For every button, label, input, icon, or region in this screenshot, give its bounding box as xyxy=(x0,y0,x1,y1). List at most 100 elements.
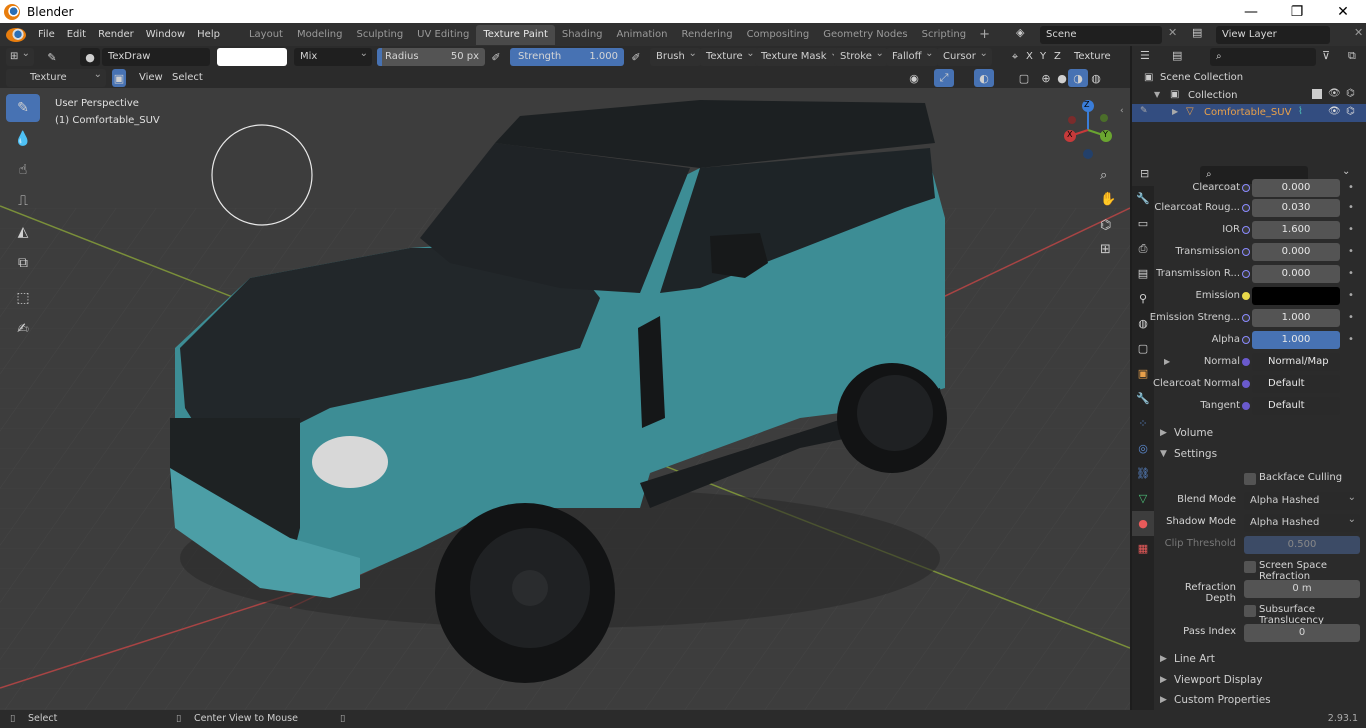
collection-render-icon[interactable]: ⌬ xyxy=(1346,88,1355,99)
strength-pressure-icon[interactable]: ✐ xyxy=(626,48,646,66)
viewport-display-section-header[interactable]: ▶ Viewport Display xyxy=(1154,670,1366,690)
physics-tab-icon[interactable]: ◎ xyxy=(1132,436,1154,461)
workspace-tab-texture-paint[interactable]: Texture Paint xyxy=(476,24,555,45)
paint-mask-icon[interactable]: ▣ xyxy=(112,69,126,87)
socket-icon[interactable] xyxy=(1242,314,1250,322)
visibility-icon[interactable]: ◉ xyxy=(904,69,924,87)
prop-value[interactable]: Normal/Map xyxy=(1252,353,1340,371)
texture-tab-icon[interactable]: ▦ xyxy=(1132,536,1154,561)
workspace-tab-rendering[interactable]: Rendering xyxy=(674,25,739,45)
object-visibility-icon[interactable]: 👁 xyxy=(1328,106,1341,117)
object-name-label[interactable]: Comfortable_SUV xyxy=(1204,107,1291,118)
data-tab-icon[interactable]: ▽ xyxy=(1132,486,1154,511)
mode-dropdown[interactable]: Texture Paint xyxy=(6,66,106,101)
symmetry-z[interactable]: Z xyxy=(1054,48,1061,66)
scene-collection-label[interactable]: Scene Collection xyxy=(1160,72,1243,83)
volume-section-header[interactable]: ▶ Volume xyxy=(1154,423,1366,443)
line-art-section-header[interactable]: ▶ Line Art xyxy=(1154,649,1366,669)
blend-mode-select[interactable]: Alpha Hashed xyxy=(1244,489,1360,510)
stroke-menu[interactable]: Stroke xyxy=(834,45,888,66)
prop-value[interactable]: 0.000 xyxy=(1252,243,1340,261)
view-layer-remove-icon[interactable]: ✕ xyxy=(1354,26,1363,39)
menu-window[interactable]: Window xyxy=(140,23,191,46)
brush-browse-icon[interactable]: ● xyxy=(80,48,100,66)
workspace-tab-animation[interactable]: Animation xyxy=(610,25,675,45)
radius-pressure-icon[interactable]: ✐ xyxy=(486,48,506,66)
workspace-tab-sculpting[interactable]: Sculpting xyxy=(349,25,410,45)
mask-tool-icon[interactable]: ⧉ xyxy=(6,249,40,277)
collection-expand-icon[interactable]: ▼ xyxy=(1154,90,1160,99)
scene-name-field[interactable]: Scene xyxy=(1040,26,1162,44)
object-mode-icon[interactable]: ✎ xyxy=(1140,106,1148,116)
decorator-dot[interactable]: • xyxy=(1348,330,1354,350)
menu-render[interactable]: Render xyxy=(92,23,140,46)
annotate-tool-icon[interactable]: ✍ xyxy=(6,315,40,343)
radius-slider[interactable]: Radius 50 px xyxy=(377,48,485,66)
blend-mode-dropdown[interactable]: Mix xyxy=(294,45,372,66)
menu-file[interactable]: File xyxy=(32,23,61,46)
ortho-grid-icon[interactable]: ⊞ xyxy=(1100,242,1111,257)
select-menu[interactable]: Select xyxy=(172,69,203,87)
prop-value[interactable]: 0.030 xyxy=(1252,199,1340,217)
decorator-dot[interactable]: • xyxy=(1348,178,1354,198)
socket-icon[interactable] xyxy=(1242,204,1250,212)
3d-viewport[interactable]: User Perspective (1) Comfortable_SUV Z Y… xyxy=(0,88,1130,710)
brush-name-field[interactable]: TexDraw xyxy=(102,48,210,66)
collection-label[interactable]: Collection xyxy=(1188,90,1237,101)
decorator-dot[interactable]: • xyxy=(1348,286,1354,306)
fill-tool-icon[interactable]: ◭ xyxy=(6,218,40,246)
decorator-dot[interactable]: • xyxy=(1348,242,1354,262)
symmetry-y[interactable]: Y xyxy=(1040,48,1046,66)
maximize-button[interactable]: ❐ xyxy=(1274,0,1320,23)
prop-value[interactable]: Default xyxy=(1252,375,1340,393)
brush-color-swatch[interactable] xyxy=(217,48,287,66)
backface-culling-checkbox[interactable] xyxy=(1244,473,1256,485)
overlay-toggle-icon[interactable]: ◐ xyxy=(974,69,994,87)
socket-icon[interactable] xyxy=(1242,270,1250,278)
zoom-icon[interactable]: ⌕ xyxy=(1100,168,1107,183)
socket-icon[interactable] xyxy=(1242,336,1250,344)
symmetry-icon[interactable]: ⌖ xyxy=(1005,48,1025,66)
brush-icon[interactable]: ✎ xyxy=(42,48,62,66)
workspace-tab-scripting[interactable]: Scripting xyxy=(915,25,973,45)
minimize-button[interactable]: — xyxy=(1228,0,1274,23)
texture-mask-menu[interactable]: Texture Mask xyxy=(755,45,843,66)
close-button[interactable]: ✕ xyxy=(1320,0,1366,23)
prop-value[interactable]: 1.000 xyxy=(1252,309,1340,327)
gizmo-toggle-icon[interactable]: ⤢ xyxy=(934,69,954,87)
workspace-tab-uv-editing[interactable]: UV Editing xyxy=(410,25,476,45)
falloff-menu[interactable]: Falloff xyxy=(886,45,938,66)
blender-menu-icon[interactable] xyxy=(6,27,26,42)
strength-slider[interactable]: Strength 1.000 xyxy=(510,48,624,66)
vector-socket-icon[interactable] xyxy=(1242,402,1250,410)
refraction-depth-field[interactable]: 0 m xyxy=(1244,580,1360,598)
pan-hand-icon[interactable]: ✋ xyxy=(1100,192,1116,207)
socket-icon[interactable] xyxy=(1242,184,1250,192)
decorator-dot[interactable]: • xyxy=(1348,220,1354,240)
view-menu[interactable]: View xyxy=(139,69,163,87)
menu-help[interactable]: Help xyxy=(191,23,226,46)
symmetry-x[interactable]: X xyxy=(1026,48,1033,66)
workspace-tab-modeling[interactable]: Modeling xyxy=(290,25,350,45)
workspace-tab-shading[interactable]: Shading xyxy=(555,25,610,45)
prop-value[interactable]: 1.000 xyxy=(1252,331,1340,349)
color-socket-icon[interactable] xyxy=(1242,292,1250,300)
constraints-tab-icon[interactable]: ⛓ xyxy=(1132,461,1154,486)
subsurface-translucency-checkbox[interactable] xyxy=(1244,605,1256,617)
sidebar-toggle-icon[interactable]: ‹ xyxy=(1120,106,1124,116)
prop-value[interactable]: Default xyxy=(1252,397,1340,415)
vector-socket-icon[interactable] xyxy=(1242,380,1250,388)
object-render-icon[interactable]: ⌬ xyxy=(1346,106,1355,117)
texture-menu[interactable]: Texture xyxy=(700,45,759,66)
navigation-gizmo[interactable]: Z Y X xyxy=(1058,96,1118,162)
outliner-search-field[interactable]: ⌕ xyxy=(1210,48,1316,66)
scene-remove-icon[interactable]: ✕ xyxy=(1168,26,1177,39)
cursor-menu[interactable]: Cursor xyxy=(937,45,992,66)
soften-tool-icon[interactable]: 💧 xyxy=(6,125,40,153)
rendered-shading-icon[interactable]: ◍ xyxy=(1086,69,1106,87)
view-layer-field[interactable]: View Layer xyxy=(1216,26,1330,44)
settings-section-header[interactable]: ▼ Settings xyxy=(1154,444,1366,464)
properties-options-icon[interactable]: ⌄ xyxy=(1342,166,1350,177)
decorator-dot[interactable]: • xyxy=(1348,264,1354,284)
new-collection-icon[interactable]: ⧉ xyxy=(1348,49,1356,63)
